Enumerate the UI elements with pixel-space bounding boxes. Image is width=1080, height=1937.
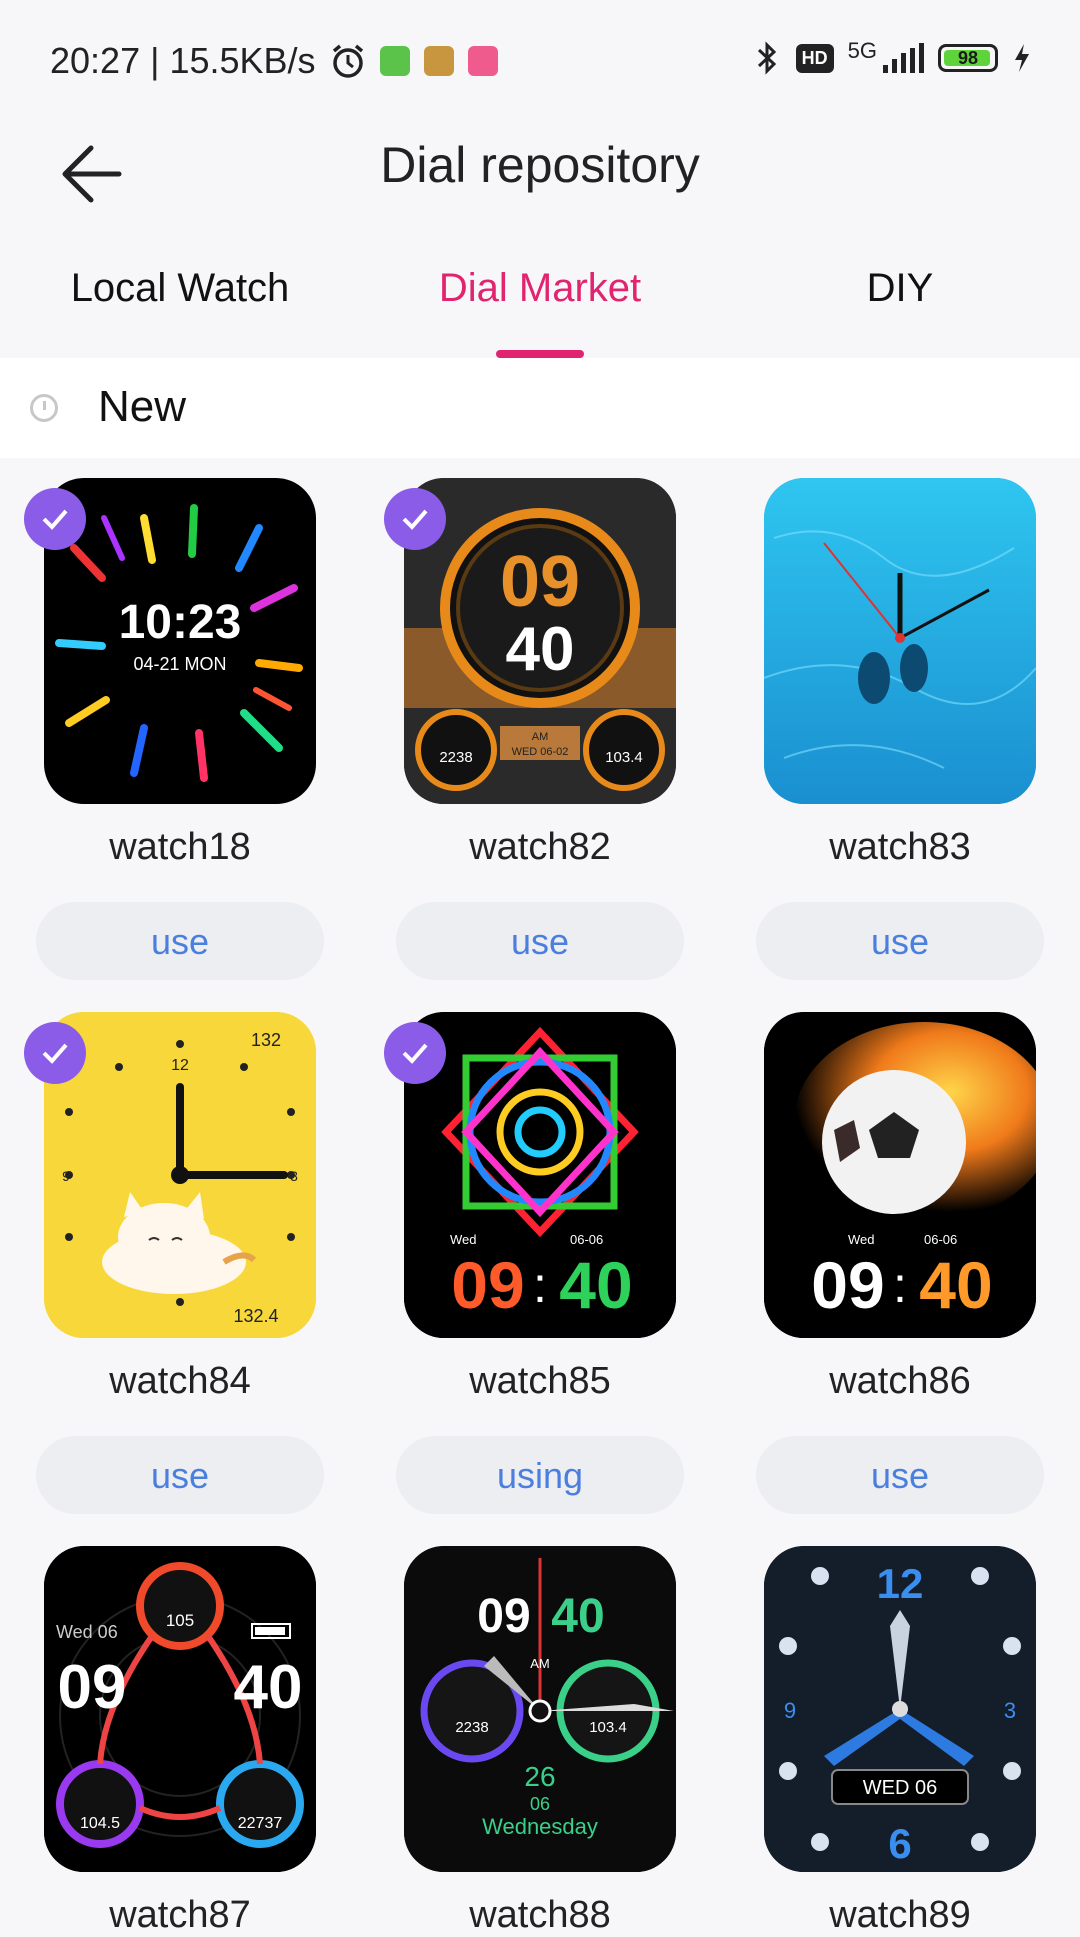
- watch-preview[interactable]: Wed 06 105 09 40 104.5 22737: [44, 1546, 316, 1872]
- watch-name: watch83: [829, 826, 971, 868]
- watch-day: Wed: [848, 1232, 875, 1247]
- watch-minute: 40: [551, 1590, 604, 1643]
- section-header: New: [0, 358, 1080, 458]
- watch-time: 10:23: [119, 596, 242, 649]
- watch-date: 06-06: [924, 1232, 957, 1247]
- watch-hour: 09: [58, 1653, 127, 1722]
- watch-top-value: 132: [251, 1030, 281, 1050]
- charging-icon: [1015, 44, 1029, 72]
- tab-indicator: [496, 350, 584, 358]
- app-notification-icon: [379, 46, 410, 76]
- watch-hour: 09: [811, 1248, 884, 1322]
- status-time: 20:27 | 15.5KB/s: [50, 40, 316, 81]
- use-button[interactable]: use: [756, 902, 1044, 980]
- watch-minute: 40: [234, 1653, 303, 1722]
- watch-date: WED 06: [863, 1777, 937, 1799]
- use-button[interactable]: use: [36, 1436, 324, 1514]
- watch-preview[interactable]: 09 40 AM 2238 103.4 26 06 Wednesday: [404, 1546, 676, 1872]
- use-button[interactable]: use: [36, 902, 324, 980]
- watch-ampm: AM: [530, 1656, 550, 1671]
- watch-name: watch85: [469, 1360, 611, 1402]
- watch-steps: 2238: [455, 1719, 488, 1736]
- watch-day-number: 26: [524, 1761, 555, 1792]
- use-button[interactable]: use: [756, 1436, 1044, 1514]
- dial-number: 3: [290, 1168, 298, 1184]
- watch-hour: 09: [451, 1248, 524, 1322]
- status-right: HD 5G 98: [752, 38, 1032, 76]
- watch-day: Wed 06: [56, 1622, 118, 1642]
- signal-icon: [883, 43, 924, 73]
- app-notification-icon: [423, 46, 454, 76]
- watch-calories: 104.5: [80, 1815, 120, 1832]
- watch-weekday: Wednesday: [482, 1814, 598, 1839]
- battery-icon: 98: [938, 44, 998, 72]
- app-notification-icon: [467, 46, 498, 76]
- dial-number: 9: [784, 1698, 796, 1723]
- dial-number: 9: [62, 1168, 70, 1184]
- page-title: Dial repository: [380, 137, 700, 193]
- watch-name: watch86: [829, 1360, 971, 1402]
- time-colon: :: [893, 1257, 907, 1313]
- watch-name: watch88: [469, 1894, 611, 1936]
- time-colon: :: [533, 1257, 547, 1313]
- watch-minute: 40: [506, 615, 575, 684]
- watch-preview[interactable]: 12 6 9 3 WED 06: [764, 1546, 1036, 1872]
- clock-icon: [30, 394, 58, 422]
- alarm-icon: [332, 44, 363, 78]
- dial-number: 6: [888, 1820, 911, 1867]
- watch-steps: 2238: [439, 749, 472, 766]
- dial-number: 12: [877, 1560, 924, 1607]
- status-left: 20:27 | 15.5KB/s: [50, 40, 498, 82]
- tab-local-watch[interactable]: Local Watch: [30, 266, 330, 311]
- use-button[interactable]: use: [396, 902, 684, 980]
- watch-name: watch82: [469, 826, 611, 868]
- watch-temp: 103.4: [589, 1719, 627, 1736]
- watch-hour: 09: [500, 542, 580, 622]
- watch-ampm: AM: [532, 731, 549, 743]
- watch-day: Wed: [450, 1232, 477, 1247]
- selected-check-icon: [24, 1022, 86, 1084]
- watch-minute: 40: [919, 1248, 992, 1322]
- watch-date: 06-06: [570, 1232, 603, 1247]
- watch-preview[interactable]: [764, 478, 1036, 804]
- selected-check-icon: [24, 488, 86, 550]
- header: Dial repository: [0, 120, 1080, 220]
- dial-number: 12: [171, 1057, 189, 1074]
- watch-date: WED 06-02: [512, 746, 569, 758]
- watch-preview[interactable]: Wed 06-06 09 : 40: [764, 1012, 1036, 1338]
- status-bar: 20:27 | 15.5KB/s HD 5G 98: [0, 0, 1080, 120]
- tab-dial-market[interactable]: Dial Market: [390, 266, 690, 311]
- using-button[interactable]: using: [396, 1436, 684, 1514]
- bluetooth-icon: [757, 41, 776, 75]
- tab-bar: Local Watch Dial Market DIY: [0, 250, 1080, 360]
- tab-diy[interactable]: DIY: [750, 266, 1050, 311]
- watch-name: watch87: [109, 1894, 251, 1936]
- watch-minute: 40: [559, 1248, 632, 1322]
- watch-hour: 09: [477, 1590, 530, 1643]
- watch-date: 04-21 MON: [133, 654, 226, 674]
- section-title: New: [98, 382, 187, 431]
- watch-name: watch89: [829, 1894, 971, 1936]
- watch-steps: 22737: [238, 1815, 283, 1832]
- battery-level: 98: [957, 48, 979, 68]
- watch-name: watch84: [109, 1360, 251, 1402]
- watch-temp: 103.4: [605, 749, 643, 766]
- dial-number: 3: [1004, 1698, 1016, 1723]
- watch-bottom-value: 132.4: [233, 1306, 278, 1326]
- watch-name: watch18: [109, 826, 251, 868]
- selected-check-icon: [384, 488, 446, 550]
- watch-heart-rate: 105: [166, 1611, 194, 1630]
- hd-badge: HD: [795, 43, 834, 73]
- selected-check-icon: [384, 1022, 446, 1084]
- watch-month: 06: [530, 1794, 550, 1814]
- network-type: 5G: [847, 38, 877, 63]
